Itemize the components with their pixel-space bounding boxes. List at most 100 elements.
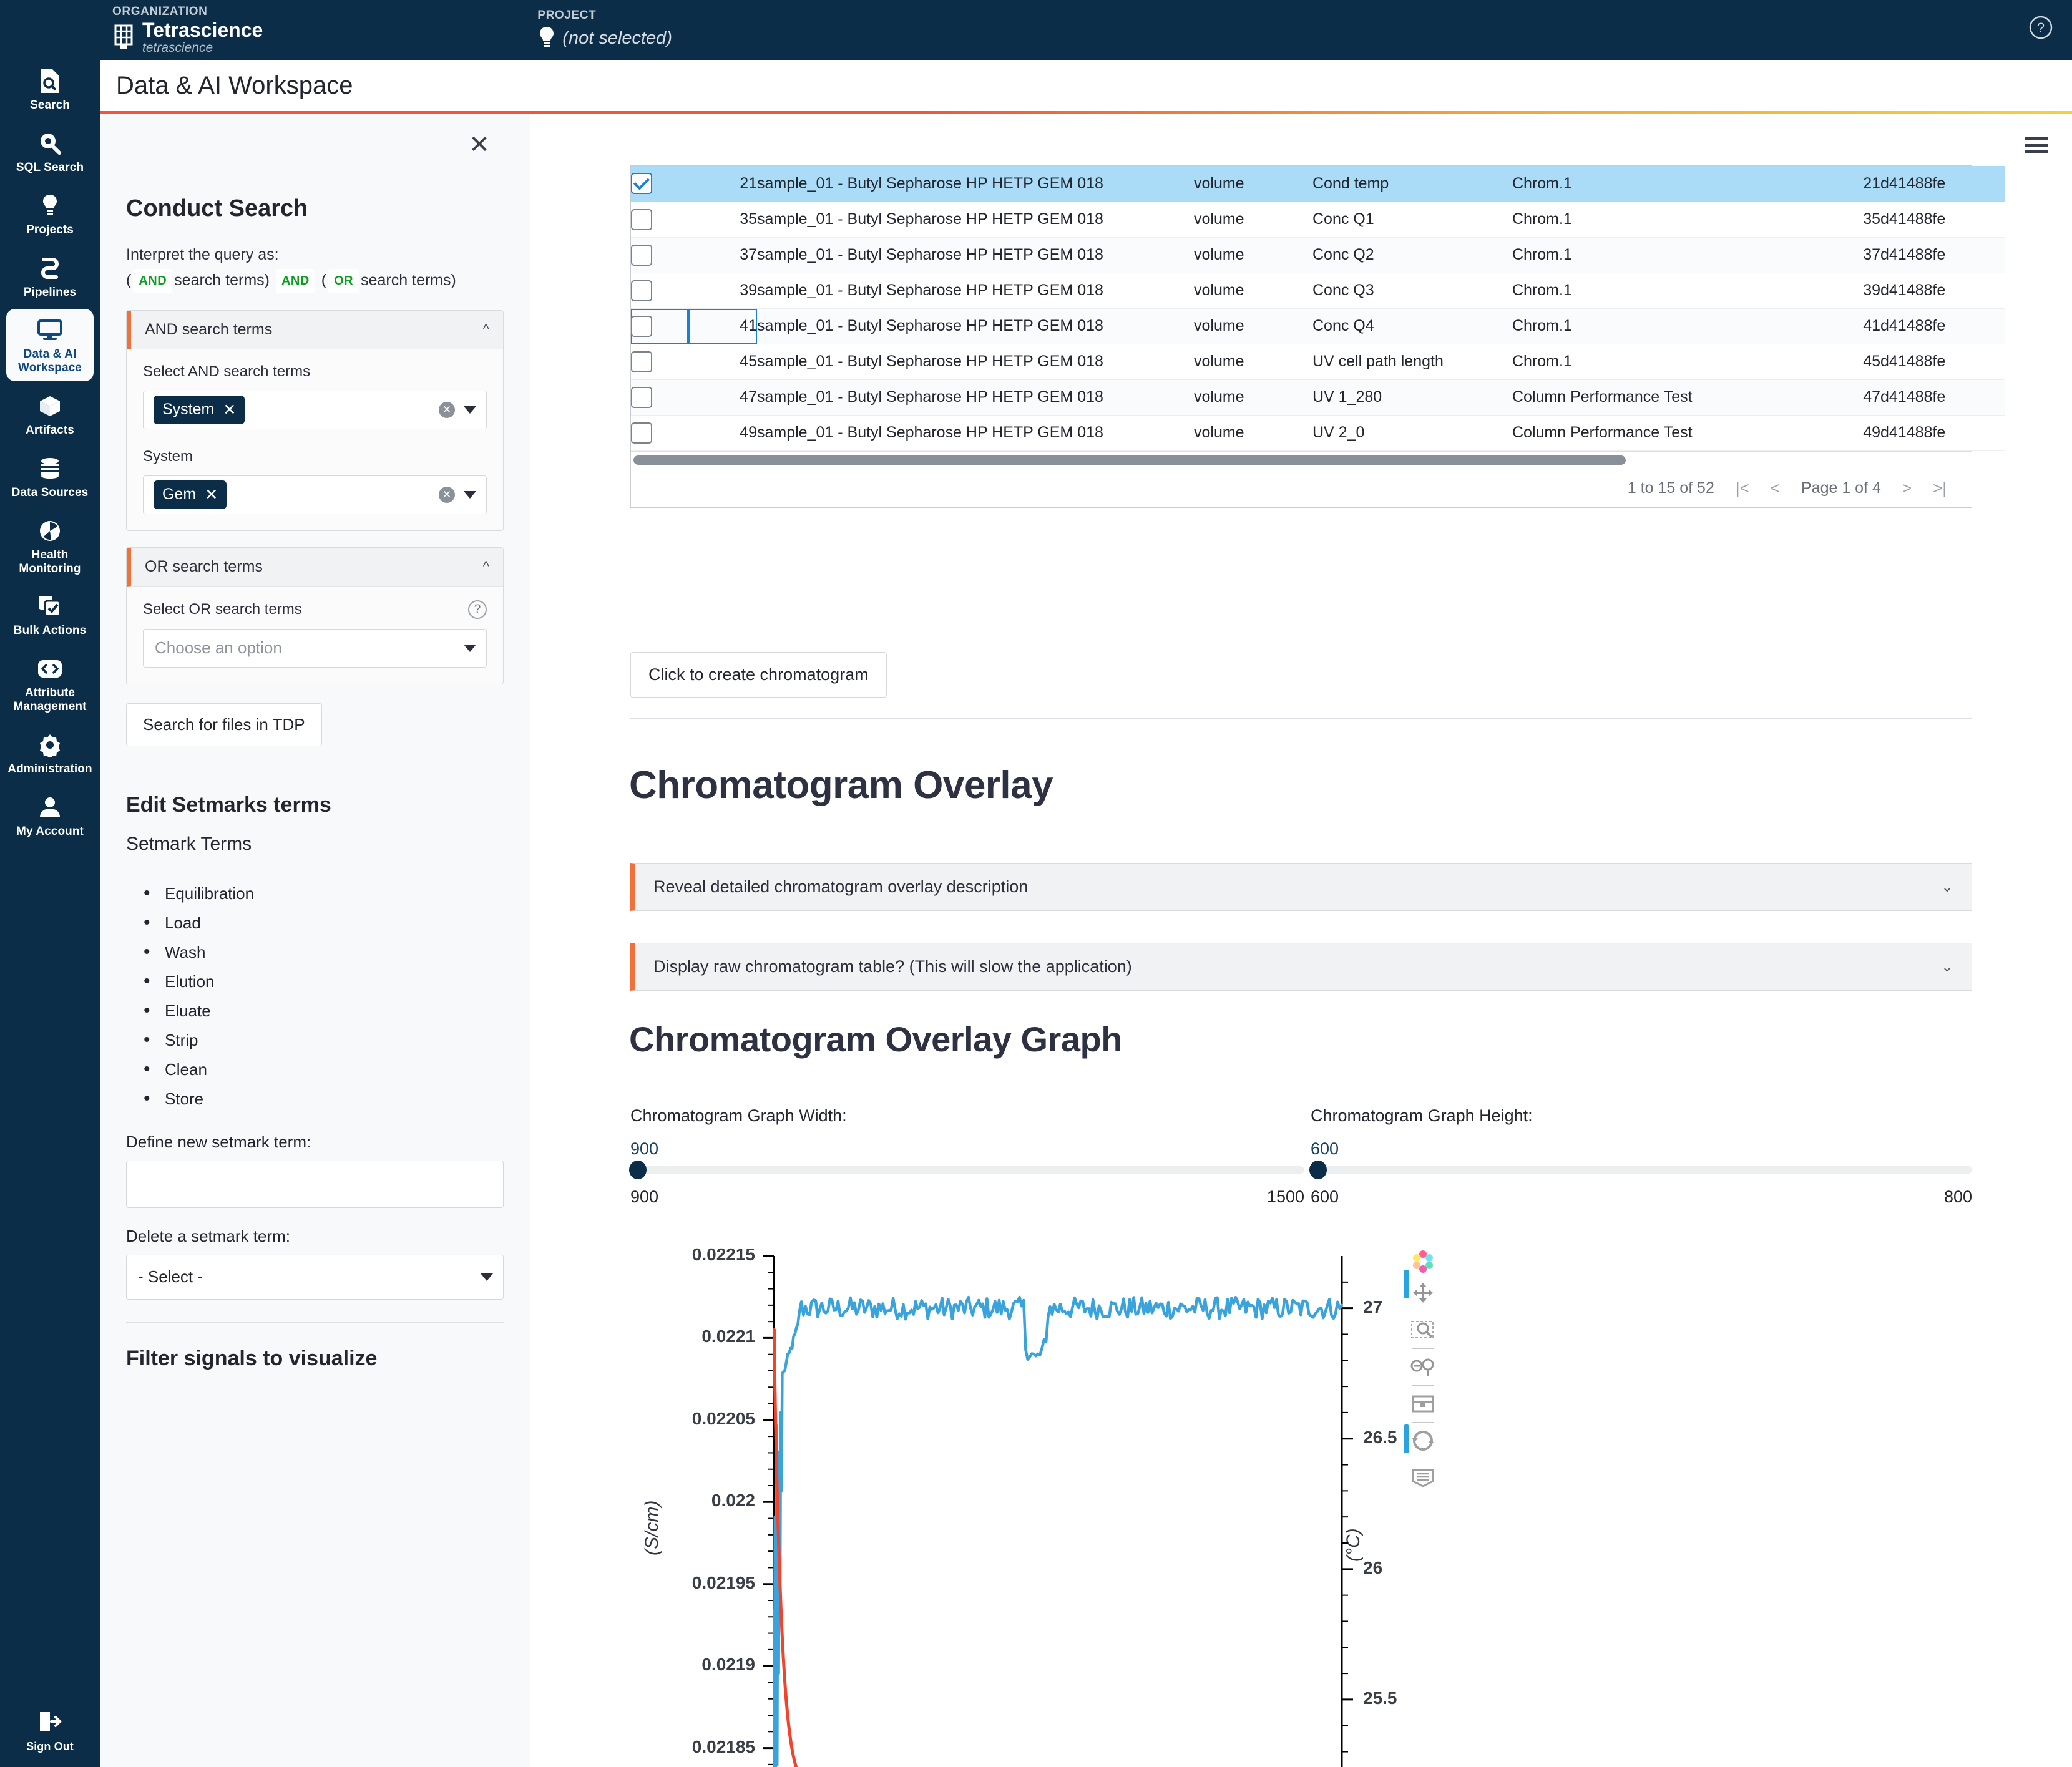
sidebar-item-search[interactable]: Search xyxy=(6,60,94,119)
hamburger-menu-icon[interactable] xyxy=(2025,137,2048,157)
table-row[interactable]: 47 sample_01 - Butyl Sepharose HP HETP GE… xyxy=(631,379,2005,416)
sidebar-item-label: Health Monitoring xyxy=(19,548,81,575)
table-horizontal-scrollbar[interactable] xyxy=(631,450,1972,469)
last-page-button[interactable]: >| xyxy=(1933,479,1947,498)
and-keyword-2: AND xyxy=(275,269,315,294)
clear-all-icon[interactable]: ✕ xyxy=(439,401,455,418)
row-checkbox-cell[interactable] xyxy=(631,344,688,380)
help-icon[interactable]: ? xyxy=(2027,14,2055,44)
term-chip[interactable]: System ✕ xyxy=(154,395,245,424)
sidebar-item-health-monitoring[interactable]: Health Monitoring xyxy=(6,510,94,582)
sidebar-item-pipelines[interactable]: Pipelines xyxy=(6,247,94,306)
and-terms-multiselect[interactable]: System ✕ ✕ xyxy=(143,390,487,429)
plotly-logo-icon[interactable] xyxy=(1409,1248,1437,1275)
table-row[interactable]: 49 sample_01 - Butyl Sepharose HP HETP GE… xyxy=(631,415,2005,451)
create-chromatogram-button[interactable]: Click to create chromatogram xyxy=(630,652,887,698)
or-accordion-header[interactable]: OR search terms ^ xyxy=(127,547,503,587)
width-slider-track[interactable] xyxy=(629,1161,1304,1179)
prev-page-button[interactable]: < xyxy=(1771,479,1780,498)
sidebar-item-attribute-management[interactable]: Attribute Management xyxy=(6,648,94,720)
sidebar-item-administration[interactable]: Administration xyxy=(6,724,94,782)
delete-setmark-select[interactable]: - Select - xyxy=(126,1254,504,1300)
table-row[interactable]: 37 sample_01 - Butyl Sepharose HP HETP GE… xyxy=(631,237,2005,273)
width-slider-thumb[interactable] xyxy=(629,1161,647,1179)
row-checkbox[interactable] xyxy=(631,315,652,337)
next-page-button[interactable]: > xyxy=(1902,479,1912,498)
row-checkbox-cell[interactable] xyxy=(631,415,688,451)
row-checkbox[interactable] xyxy=(631,422,652,444)
sidebar-item-label: Projects xyxy=(26,223,74,236)
raw-table-accordion[interactable]: Display raw chromatogram table? (This wi… xyxy=(630,943,1972,991)
row-checkbox[interactable] xyxy=(631,244,652,266)
close-icon[interactable]: ✕ xyxy=(465,130,494,159)
sidebar-item-artifacts[interactable]: Artifacts xyxy=(6,385,94,444)
sidebar-item-label: My Account xyxy=(16,824,84,838)
chevron-down-icon[interactable]: ⌄ xyxy=(1942,959,1953,975)
cell-measure: Conc Q2 xyxy=(1312,237,1512,273)
table-row[interactable]: 41 sample_01 - Butyl Sepharose HP HETP GE… xyxy=(631,308,2005,344)
row-checkbox[interactable] xyxy=(631,351,652,372)
chevron-down-icon[interactable]: ⌄ xyxy=(1942,879,1953,895)
table-row[interactable]: 45 sample_01 - Butyl Sepharose HP HETP GE… xyxy=(631,344,2005,380)
define-setmark-input[interactable] xyxy=(126,1160,504,1208)
row-checkbox[interactable] xyxy=(631,386,652,408)
help-circle-icon[interactable]: ? xyxy=(468,600,487,619)
chevron-up-icon[interactable]: ^ xyxy=(483,321,489,338)
system-value-multiselect[interactable]: Gem ✕ ✕ xyxy=(143,475,487,514)
chevron-down-icon[interactable] xyxy=(481,1273,493,1281)
chevron-up-icon[interactable]: ^ xyxy=(483,558,489,575)
table-row[interactable]: 35 sample_01 - Butyl Sepharose HP HETP GE… xyxy=(631,202,2005,238)
zoom-box-icon[interactable] xyxy=(1409,1317,1437,1344)
height-slider-thumb[interactable] xyxy=(1309,1161,1327,1179)
chevron-down-icon[interactable] xyxy=(464,406,476,414)
active-mode-indicator xyxy=(1404,1270,1409,1298)
setmark-terms-subheading: Setmark Terms xyxy=(126,833,252,854)
search-tdp-button[interactable]: Search for files in TDP xyxy=(126,703,322,746)
cell-name: sample_01 - Butyl Sepharose HP HETP GEM … xyxy=(757,415,1194,451)
chevron-down-icon[interactable] xyxy=(464,490,476,499)
sidebar-item-projects[interactable]: Projects xyxy=(6,185,94,243)
autoscale-reset-icon[interactable] xyxy=(1409,1427,1437,1454)
hover-compare-icon[interactable] xyxy=(1409,1464,1437,1491)
row-checkbox-cell[interactable] xyxy=(631,202,688,238)
row-checkbox-cell[interactable] xyxy=(631,237,688,273)
sidebar-item-sign-out[interactable]: Sign Out xyxy=(6,1710,94,1753)
cell-method: Chrom.1 xyxy=(1512,202,1787,238)
save-disk-icon[interactable] xyxy=(1409,1390,1437,1418)
overlay-description-accordion[interactable]: Reveal detailed chromatogram overlay des… xyxy=(630,863,1972,911)
table-row[interactable]: 21 sample_01 - Butyl Sepharose HP HETP GE… xyxy=(631,166,2005,202)
height-slider-track[interactable] xyxy=(1309,1161,1972,1179)
project-block[interactable]: PROJECT (not selected) xyxy=(537,9,672,52)
sidebar-item-bulk-actions[interactable]: Bulk Actions xyxy=(6,585,94,644)
chevron-down-icon[interactable] xyxy=(464,644,476,652)
row-checkbox-cell[interactable] xyxy=(631,308,688,344)
first-page-button[interactable]: |< xyxy=(1736,479,1749,498)
cell-number: 35 xyxy=(1787,202,1880,238)
sidebar-item-my-account[interactable]: My Account xyxy=(6,786,94,845)
sidebar-item-data-sources[interactable]: Data Sources xyxy=(6,447,94,506)
row-checkbox[interactable] xyxy=(631,173,652,195)
list-item: Load xyxy=(126,908,504,938)
chip-remove-icon[interactable]: ✕ xyxy=(223,401,236,419)
table-row[interactable]: 39 sample_01 - Butyl Sepharose HP HETP GE… xyxy=(631,273,2005,309)
zoom-in-out-icon[interactable] xyxy=(1409,1353,1437,1381)
chip-label: Gem xyxy=(162,485,197,503)
row-checkbox-cell[interactable] xyxy=(631,379,688,416)
row-checkbox-cell[interactable] xyxy=(631,273,688,309)
sidebar-item-label: Artifacts xyxy=(26,424,74,437)
clear-all-icon[interactable]: ✕ xyxy=(439,486,455,503)
row-checkbox[interactable] xyxy=(631,208,652,230)
sidebar-item-data-ai-workspace[interactable]: Data & AI Workspace xyxy=(6,309,94,382)
term-chip[interactable]: Gem ✕ xyxy=(154,480,227,509)
sidebar-item-sql-search[interactable]: SQL Search xyxy=(6,122,94,181)
pan-icon[interactable] xyxy=(1409,1280,1437,1307)
cell-measure: UV 1_280 xyxy=(1312,379,1512,416)
scrollbar-thumb[interactable] xyxy=(633,455,1626,465)
row-checkbox-cell[interactable] xyxy=(631,166,688,202)
and-accordion-header[interactable]: AND search terms ^ xyxy=(127,310,503,349)
or-field-label: Select OR search terms xyxy=(143,600,302,618)
cell-id: 45 xyxy=(688,344,757,380)
row-checkbox[interactable] xyxy=(631,280,652,301)
or-terms-select[interactable]: Choose an option xyxy=(143,628,487,668)
chip-remove-icon[interactable]: ✕ xyxy=(205,485,218,504)
